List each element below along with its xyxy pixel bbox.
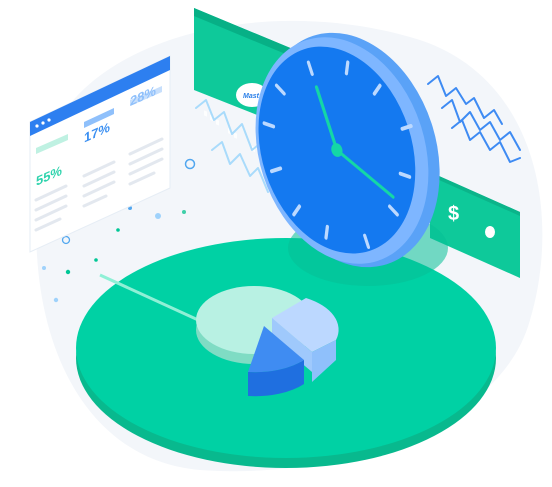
finance-illustration: 55% 17% 28% Mast $ bbox=[29, 8, 543, 472]
banknote-symbol: $ bbox=[448, 203, 459, 225]
card-brand: Mast bbox=[243, 93, 260, 100]
